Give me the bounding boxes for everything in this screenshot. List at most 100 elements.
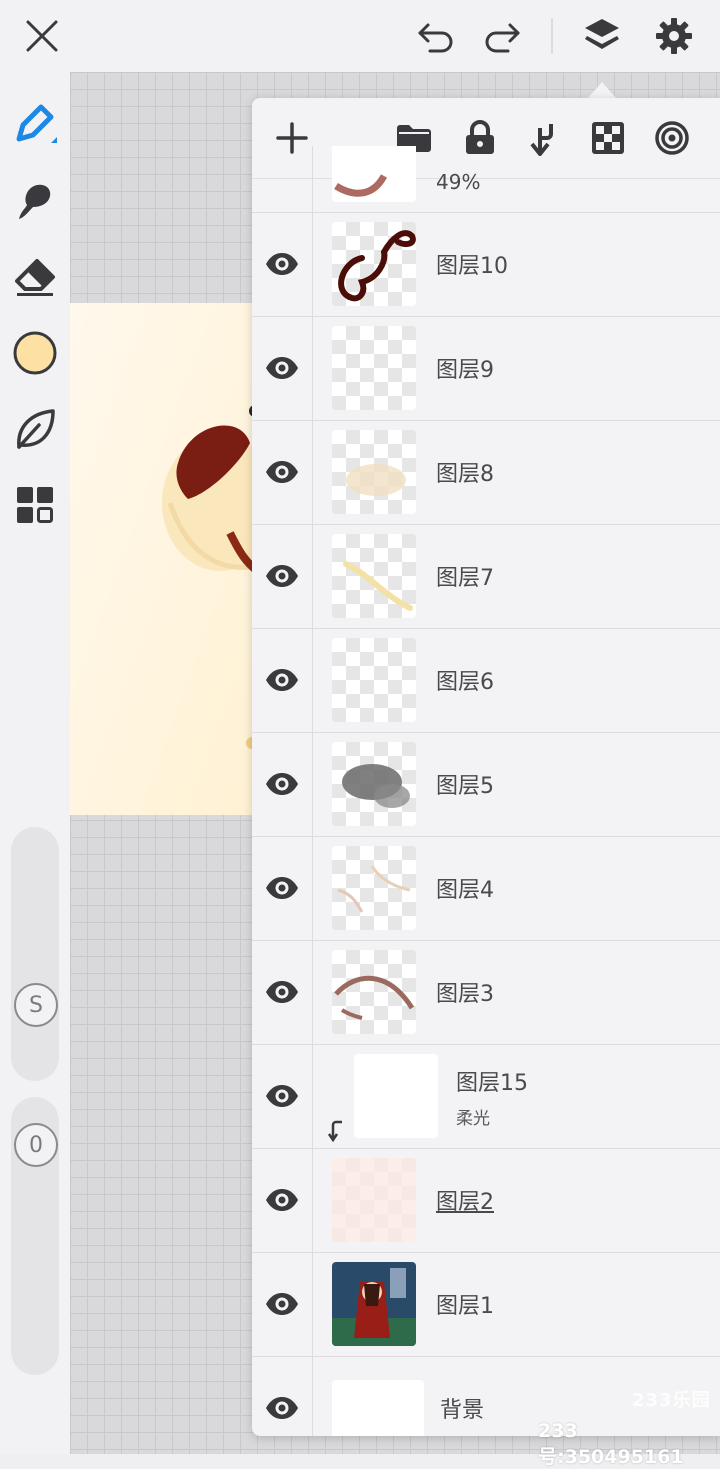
watermark-logo: 233乐园 [632, 1390, 711, 1411]
eye-icon [266, 253, 298, 275]
layer-thumbnail [332, 950, 416, 1034]
eye-icon [266, 1293, 298, 1315]
eye-icon [266, 669, 298, 691]
brush-opacity-slider[interactable]: 0 [11, 1097, 59, 1375]
layer-name: 图层9 [436, 358, 494, 383]
layer-row[interactable]: 图层10 [252, 212, 720, 317]
brush-library-button[interactable] [10, 404, 60, 454]
layer-name: 背景 [440, 1398, 485, 1423]
toolbar-divider [551, 18, 553, 54]
layer-thumbnail [332, 326, 416, 410]
row-divider [312, 316, 313, 420]
close-icon [26, 20, 58, 52]
row-divider [312, 1356, 313, 1436]
layer-thumbnail [354, 1054, 438, 1138]
layer-thumbnail [332, 638, 416, 722]
gallery-button[interactable] [10, 480, 60, 530]
eraser-icon [15, 259, 55, 296]
eye-icon [266, 1397, 298, 1419]
color-swatch-icon [13, 331, 57, 375]
visibility-toggle[interactable] [258, 420, 306, 524]
layer-row-partial[interactable]: 49% [252, 146, 720, 213]
layer-row[interactable]: 图层9 [252, 316, 720, 421]
layer-name: 图层15 [456, 1071, 528, 1096]
layer-name: 图层7 [436, 566, 494, 591]
layer-thumbnail [332, 534, 416, 618]
row-divider [312, 420, 313, 524]
smudge-tool-button[interactable] [10, 176, 60, 226]
layer-thumbnail [332, 146, 416, 202]
layer-row[interactable]: 图层8 [252, 420, 720, 525]
layer-row[interactable]: 图层4 [252, 836, 720, 941]
row-divider [312, 940, 313, 1044]
layer-opacity-value: 49% [436, 170, 481, 194]
layer-name: 图层3 [436, 982, 494, 1007]
smudge-icon [19, 184, 51, 219]
layer-row[interactable]: 图层7 [252, 524, 720, 629]
artboard[interactable] [70, 303, 270, 815]
blend-mode-label: 柔光 [456, 1109, 490, 1129]
layer-row[interactable]: 图层1 [252, 1252, 720, 1357]
layer-name: 图层6 [436, 670, 494, 695]
eye-icon [266, 981, 298, 1003]
layer-row[interactable]: 图层3 [252, 940, 720, 1045]
row-divider [312, 1044, 313, 1148]
layer-row[interactable]: 图层15 柔光 [252, 1044, 720, 1149]
layer-thumbnail [332, 742, 416, 826]
visibility-toggle[interactable] [258, 212, 306, 316]
visibility-toggle[interactable] [258, 732, 306, 836]
stroke-thumbnail [334, 174, 388, 197]
brush-size-slider[interactable]: S [11, 827, 59, 1081]
panel-pointer [588, 82, 616, 98]
layers-button[interactable] [576, 10, 628, 62]
visibility-toggle[interactable] [258, 940, 306, 1044]
visibility-toggle[interactable] [258, 628, 306, 732]
row-divider [312, 524, 313, 628]
row-divider [312, 1148, 313, 1252]
undo-icon [418, 23, 453, 53]
pen-tool-button[interactable] [10, 98, 60, 148]
eye-icon [266, 773, 298, 795]
visibility-toggle[interactable] [258, 1148, 306, 1252]
layer-row[interactable]: 图层6 [252, 628, 720, 733]
row-divider [312, 732, 313, 836]
layer-thumbnail [332, 1158, 416, 1242]
eye-icon [266, 357, 298, 379]
undo-button[interactable] [410, 10, 462, 62]
gear-icon [656, 18, 692, 54]
layer-name: 图层2 [436, 1190, 494, 1215]
color-picker-button[interactable] [10, 328, 60, 378]
clipping-mask-icon [328, 1120, 342, 1142]
eraser-tool-button[interactable] [10, 252, 60, 302]
artwork-image [162, 405, 270, 749]
layer-name: 图层1 [436, 1294, 494, 1319]
row-divider [312, 836, 313, 940]
layer-row[interactable]: 图层2 [252, 1148, 720, 1253]
opacity-slider-knob[interactable]: 0 [14, 1123, 58, 1167]
size-slider-knob[interactable]: S [14, 983, 58, 1027]
visibility-toggle[interactable] [258, 524, 306, 628]
layer-name: 图层4 [436, 878, 494, 903]
visibility-toggle[interactable] [258, 316, 306, 420]
layer-thumbnail [332, 846, 416, 930]
row-divider [312, 1252, 313, 1356]
layer-thumbnail [332, 1262, 416, 1346]
layer-thumbnail [332, 1380, 424, 1436]
settings-button[interactable] [648, 10, 700, 62]
eye-icon [266, 565, 298, 587]
close-button[interactable] [16, 10, 68, 62]
redo-icon [485, 23, 520, 53]
visibility-toggle[interactable] [258, 1252, 306, 1356]
layer-thumbnail [332, 222, 416, 306]
redo-button[interactable] [476, 10, 528, 62]
tool-sidebar: S 0 [0, 72, 70, 1454]
layer-row[interactable]: 图层5 [252, 732, 720, 837]
leaf-icon [17, 409, 55, 449]
visibility-toggle[interactable] [258, 836, 306, 940]
layers-panel: 49% 图层10 图层9 图层8 图层7 图层6 图层5 图层4 图层3 图层15 柔光图层2 图层… [252, 98, 720, 1436]
eye-icon [266, 461, 298, 483]
layer-name: 图层10 [436, 254, 508, 279]
visibility-toggle[interactable] [258, 1044, 306, 1148]
visibility-toggle[interactable] [258, 1356, 306, 1436]
pen-icon [16, 104, 57, 143]
